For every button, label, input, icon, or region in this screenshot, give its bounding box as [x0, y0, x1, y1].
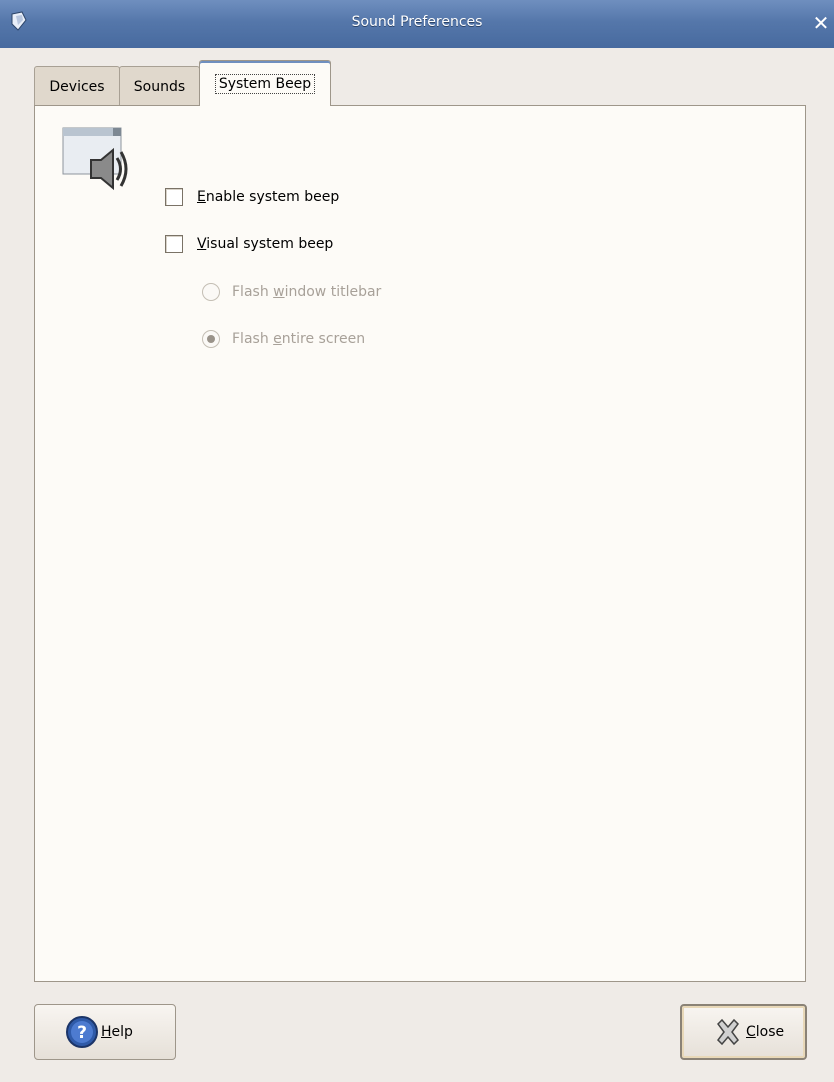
flash-titlebar-label: Flash window titlebar — [232, 284, 382, 300]
window-title: Sound Preferences — [351, 14, 483, 30]
window-body: Devices Sounds System Beep Enable system… — [0, 48, 834, 1082]
svg-text:?: ? — [77, 1023, 87, 1043]
tab-sounds-label: Sounds — [133, 78, 186, 95]
visual-beep-checkbox[interactable] — [165, 235, 183, 253]
tab-devices[interactable]: Devices — [34, 66, 120, 106]
help-icon: ? — [66, 1016, 98, 1048]
visual-beep-label: Visual system beep — [197, 236, 334, 252]
tab-system-beep-label: System Beep — [214, 73, 316, 94]
help-button[interactable]: ? Help — [34, 1004, 176, 1060]
system-beep-panel: Enable system beep Visual system beep Fl… — [34, 105, 806, 982]
visual-beep-row[interactable]: Visual system beep — [165, 235, 333, 253]
window-close-icon[interactable]: ✕ — [810, 12, 832, 34]
flash-titlebar-row[interactable]: Flash window titlebar — [202, 283, 381, 301]
enable-beep-row[interactable]: Enable system beep — [165, 188, 339, 206]
enable-beep-checkbox[interactable] — [165, 188, 183, 206]
flash-screen-label: Flash entire screen — [232, 331, 366, 347]
help-label: Help — [101, 1024, 133, 1040]
tab-sounds[interactable]: Sounds — [119, 66, 200, 106]
close-button[interactable]: Close — [680, 1004, 807, 1060]
title-bar: Sound Preferences ✕ — [0, 0, 834, 49]
flash-screen-row[interactable]: Flash entire screen — [202, 330, 365, 348]
close-label: Close — [746, 1024, 785, 1040]
tab-system-beep[interactable]: System Beep — [199, 60, 331, 106]
flash-screen-radio[interactable] — [202, 330, 220, 348]
flash-titlebar-radio[interactable] — [202, 283, 220, 301]
speaker-icon — [62, 127, 128, 191]
close-icon — [717, 1018, 739, 1046]
enable-beep-label: Enable system beep — [197, 189, 340, 205]
tab-devices-label: Devices — [49, 78, 105, 95]
